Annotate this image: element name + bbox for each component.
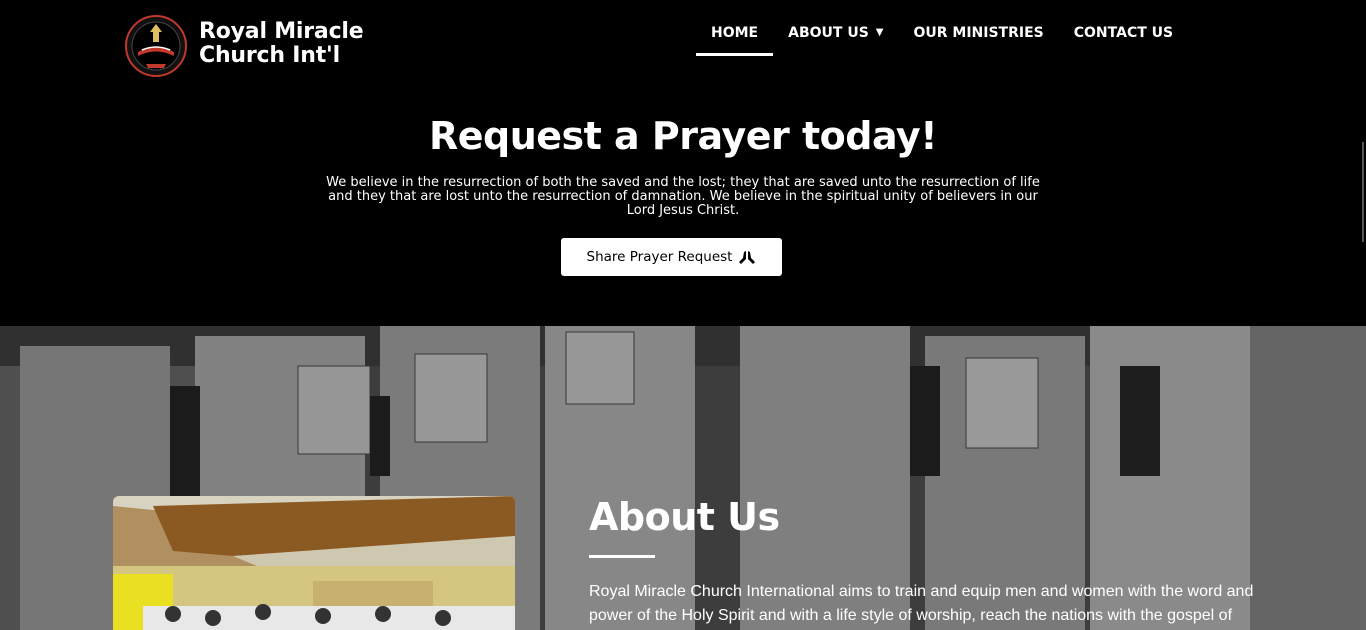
nav-about-us[interactable]: ABOUT US ▼ [773, 22, 898, 56]
page-scrollbar[interactable] [1362, 142, 1364, 242]
church-interior-image [113, 496, 515, 630]
chevron-down-icon: ▼ [875, 27, 884, 38]
praying-hands-icon [739, 251, 756, 264]
hero-text-line-2: and they that are lost unto the resurrec… [328, 189, 1038, 204]
nav-home[interactable]: HOME [696, 22, 774, 56]
about-us-title: About Us [589, 495, 780, 539]
about-description: Royal Miracle Church International aims … [589, 580, 1269, 628]
brand-line-1: Royal Miracle [199, 19, 364, 44]
brand-name[interactable]: Royal Miracle Church Int'l [199, 19, 364, 68]
hero-description: We believe in the resurrection of both t… [283, 176, 1083, 218]
cta-label: Share Prayer Request [586, 249, 733, 265]
nav-contact-us[interactable]: CONTACT US [1059, 22, 1188, 56]
about-text-line-2: power of the Holy Spirit and with a life… [589, 607, 1233, 624]
brand-line-2: Church Int'l [199, 43, 340, 68]
nav-about-label: ABOUT US [788, 25, 869, 41]
nav-ministries-label: OUR MINISTRIES [913, 25, 1044, 41]
nav-our-ministries[interactable]: OUR MINISTRIES [898, 22, 1058, 56]
about-divider [589, 555, 655, 558]
hero-title: Request a Prayer today! [428, 114, 938, 158]
site-header: Royal Miracle Church Int'l HOME ABOUT US… [0, 0, 1366, 100]
about-church-photo [113, 496, 515, 630]
church-logo-icon[interactable] [124, 14, 188, 78]
share-prayer-request-button[interactable]: Share Prayer Request [561, 238, 782, 276]
hero-text-line-3: Lord Jesus Christ. [626, 203, 740, 218]
prayer-request-hero: Request a Prayer today! We believe in th… [0, 100, 1366, 326]
nav-home-label: HOME [711, 25, 759, 41]
nav-contact-label: CONTACT US [1073, 25, 1174, 41]
about-text-line-1: Royal Miracle Church International aims … [589, 583, 1254, 600]
hero-text-line-1: We believe in the resurrection of both t… [326, 175, 1040, 190]
main-nav: HOME ABOUT US ▼ OUR MINISTRIES CONTACT U… [696, 22, 1188, 56]
